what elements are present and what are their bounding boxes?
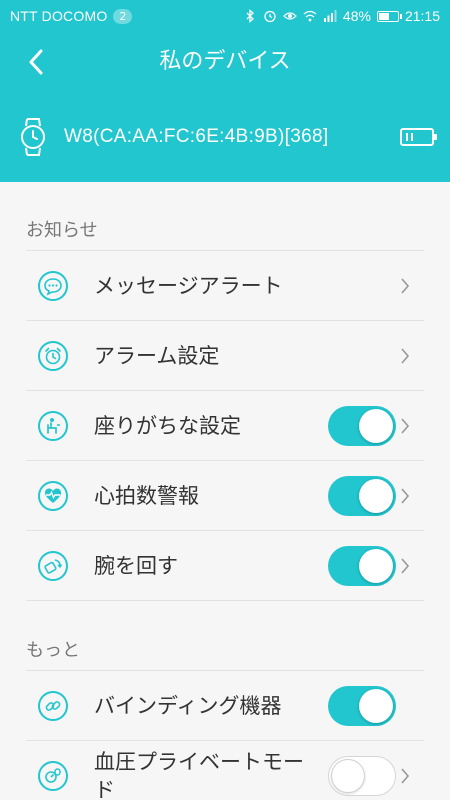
status-bar: NTT DOCOMO 2 48% 21:15 (0, 0, 450, 32)
signal-icon (323, 10, 337, 22)
section-label-notifications: お知らせ (26, 220, 98, 241)
list-item-message-alert[interactable]: メッセージアラート (26, 250, 424, 320)
chevron-right-icon (401, 278, 410, 294)
list-item-label: 座りがちな設定 (94, 413, 241, 438)
binding-device-toggle[interactable] (328, 686, 396, 726)
link-icon (38, 690, 68, 721)
list-item-bp-private-mode[interactable]: 血圧プライベートモード (26, 740, 424, 800)
toggle-knob (359, 689, 393, 723)
bp-private-mode-toggle[interactable] (328, 756, 396, 796)
status-icons: 48% 21:15 (243, 8, 440, 24)
list-item-label: 腕を回す (94, 553, 178, 578)
chevron-left-icon (29, 49, 43, 75)
battery-icon (376, 10, 402, 22)
list-item-alarm-settings[interactable]: アラーム設定 (26, 320, 424, 390)
list-item-label: 血圧プライベートモード (94, 749, 304, 800)
list-item-label: 心拍数警報 (94, 483, 199, 508)
list-divider (26, 600, 424, 601)
wifi-icon (303, 10, 317, 22)
list-item-sedentary-settings[interactable]: 座りがちな設定 (26, 390, 424, 460)
chevron-right-icon (401, 488, 410, 504)
list-item-heart-rate-alert[interactable]: 心拍数警報 (26, 460, 424, 530)
clock: 21:15 (404, 8, 440, 24)
list-item-label: メッセージアラート (94, 273, 283, 298)
bluetooth-icon (246, 9, 254, 23)
battery-percent: 48% (342, 8, 371, 24)
eye-icon (283, 12, 297, 20)
message-icon (38, 270, 68, 301)
toggle-knob (331, 759, 365, 793)
carrier-label: NTT DOCOMO (10, 8, 108, 24)
notifications-list: メッセージアラート アラーム設定 座りがちな設定 心拍数警報 腕を回す (26, 250, 424, 601)
wrist-icon (38, 550, 68, 581)
list-item-raise-wrist[interactable]: 腕を回す (26, 530, 424, 600)
list-item-label: バインディング機器 (94, 693, 282, 718)
notification-count-badge: 2 (113, 8, 133, 24)
list-item-binding-device[interactable]: バインディング機器 (26, 670, 424, 740)
heart-rate-toggle[interactable] (328, 476, 396, 516)
alarm-icon (264, 10, 276, 23)
section-label-more: もっと (26, 640, 80, 661)
chevron-right-icon (401, 768, 410, 784)
page-title: 私のデバイス (159, 49, 291, 74)
blood-pressure-icon (38, 760, 68, 791)
heart-rate-icon (38, 480, 68, 511)
toggle-knob (359, 479, 393, 513)
toggle-knob (359, 549, 393, 583)
battery-level-fill (378, 12, 389, 20)
alarm-clock-icon (38, 340, 68, 371)
sedentary-icon (38, 410, 68, 441)
list-item-label: アラーム設定 (94, 343, 220, 368)
app-header: 私のデバイス (0, 32, 450, 92)
back-button[interactable] (20, 46, 52, 78)
chevron-right-icon (401, 418, 410, 434)
device-name: W8(CA:AA:FC:6E:4B:9B)[368] (64, 126, 329, 147)
sedentary-toggle[interactable] (328, 406, 396, 446)
more-list: バインディング機器 血圧プライベートモード (26, 670, 424, 800)
device-battery-icon (400, 128, 437, 146)
toggle-knob (359, 409, 393, 443)
chevron-right-icon (401, 348, 410, 364)
device-info-bar: W8(CA:AA:FC:6E:4B:9B)[368] (0, 92, 450, 182)
raise-wrist-toggle[interactable] (328, 546, 396, 586)
watch-icon (21, 118, 45, 156)
chevron-right-icon (401, 558, 410, 574)
